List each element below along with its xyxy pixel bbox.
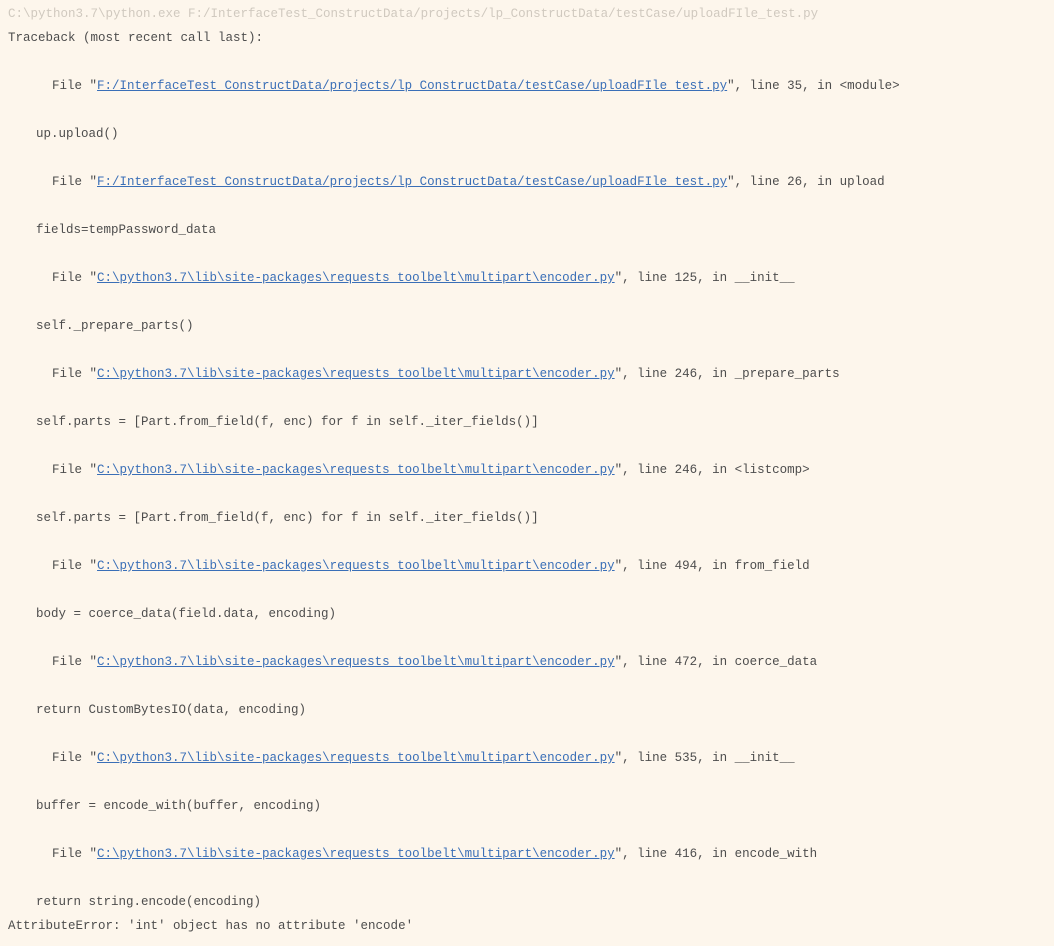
frame-code: self.parts = [Part.from_field(f, enc) fo… <box>8 506 1046 530</box>
frame-file: File "F:/InterfaceTest ConstructData/pro… <box>8 50 1046 122</box>
traceback-block: C:\python3.7\python.exe F:/InterfaceTest… <box>0 0 1054 946</box>
file-suffix: ", line 35, in <module> <box>727 79 900 93</box>
frame-file: File "C:\python3.7\lib\site-packages\req… <box>8 242 1046 314</box>
file-suffix: ", line 416, in encode_with <box>615 847 818 861</box>
file-prefix: File " <box>52 271 97 285</box>
frame-file: File "C:\python3.7\lib\site-packages\req… <box>8 722 1046 794</box>
file-prefix: File " <box>52 79 97 93</box>
frame-code: self.parts = [Part.from_field(f, enc) fo… <box>8 410 1046 434</box>
frame-file: File "C:\python3.7\lib\site-packages\req… <box>8 338 1046 410</box>
file-path-link[interactable]: C:\python3.7\lib\site-packages\requests … <box>97 463 615 477</box>
file-path-link[interactable]: C:\python3.7\lib\site-packages\requests … <box>97 559 615 573</box>
file-prefix: File " <box>52 367 97 381</box>
file-prefix: File " <box>52 847 97 861</box>
file-suffix: ", line 26, in upload <box>727 175 885 189</box>
command-line: C:\python3.7\python.exe F:/InterfaceTest… <box>8 2 1046 26</box>
frame-code: return CustomBytesIO(data, encoding) <box>8 698 1046 722</box>
file-path-link[interactable]: F:/InterfaceTest ConstructData/projects/… <box>97 175 727 189</box>
traceback-intro: Traceback (most recent call last): <box>8 26 1046 50</box>
frame-file: File "C:\python3.7\lib\site-packages\req… <box>8 626 1046 698</box>
file-prefix: File " <box>52 655 97 669</box>
file-suffix: ", line 246, in <listcomp> <box>615 463 810 477</box>
frame-code: self._prepare_parts() <box>8 314 1046 338</box>
frame-code: return string.encode(encoding) <box>8 890 1046 914</box>
file-suffix: ", line 535, in __init__ <box>615 751 795 765</box>
file-prefix: File " <box>52 751 97 765</box>
frame-code: up.upload() <box>8 122 1046 146</box>
frame-file: File "C:\python3.7\lib\site-packages\req… <box>8 818 1046 890</box>
file-path-link[interactable]: C:\python3.7\lib\site-packages\requests … <box>97 751 615 765</box>
frame-code: fields=tempPassword_data <box>8 218 1046 242</box>
frame-file: File "C:\python3.7\lib\site-packages\req… <box>8 434 1046 506</box>
file-prefix: File " <box>52 175 97 189</box>
frame-code: buffer = encode_with(buffer, encoding) <box>8 794 1046 818</box>
file-prefix: File " <box>52 463 97 477</box>
file-suffix: ", line 246, in _prepare_parts <box>615 367 840 381</box>
frame-file: File "F:/InterfaceTest ConstructData/pro… <box>8 146 1046 218</box>
file-path-link[interactable]: C:\python3.7\lib\site-packages\requests … <box>97 847 615 861</box>
file-path-link[interactable]: C:\python3.7\lib\site-packages\requests … <box>97 655 615 669</box>
file-path-link[interactable]: F:/InterfaceTest ConstructData/projects/… <box>97 79 727 93</box>
file-path-link[interactable]: C:\python3.7\lib\site-packages\requests … <box>97 271 615 285</box>
frame-code: body = coerce_data(field.data, encoding) <box>8 602 1046 626</box>
frame-file: File "C:\python3.7\lib\site-packages\req… <box>8 530 1046 602</box>
file-suffix: ", line 472, in coerce_data <box>615 655 818 669</box>
file-suffix: ", line 125, in __init__ <box>615 271 795 285</box>
error-line: AttributeError: 'int' object has no attr… <box>8 914 1046 938</box>
file-path-link[interactable]: C:\python3.7\lib\site-packages\requests … <box>97 367 615 381</box>
file-suffix: ", line 494, in from_field <box>615 559 810 573</box>
file-prefix: File " <box>52 559 97 573</box>
